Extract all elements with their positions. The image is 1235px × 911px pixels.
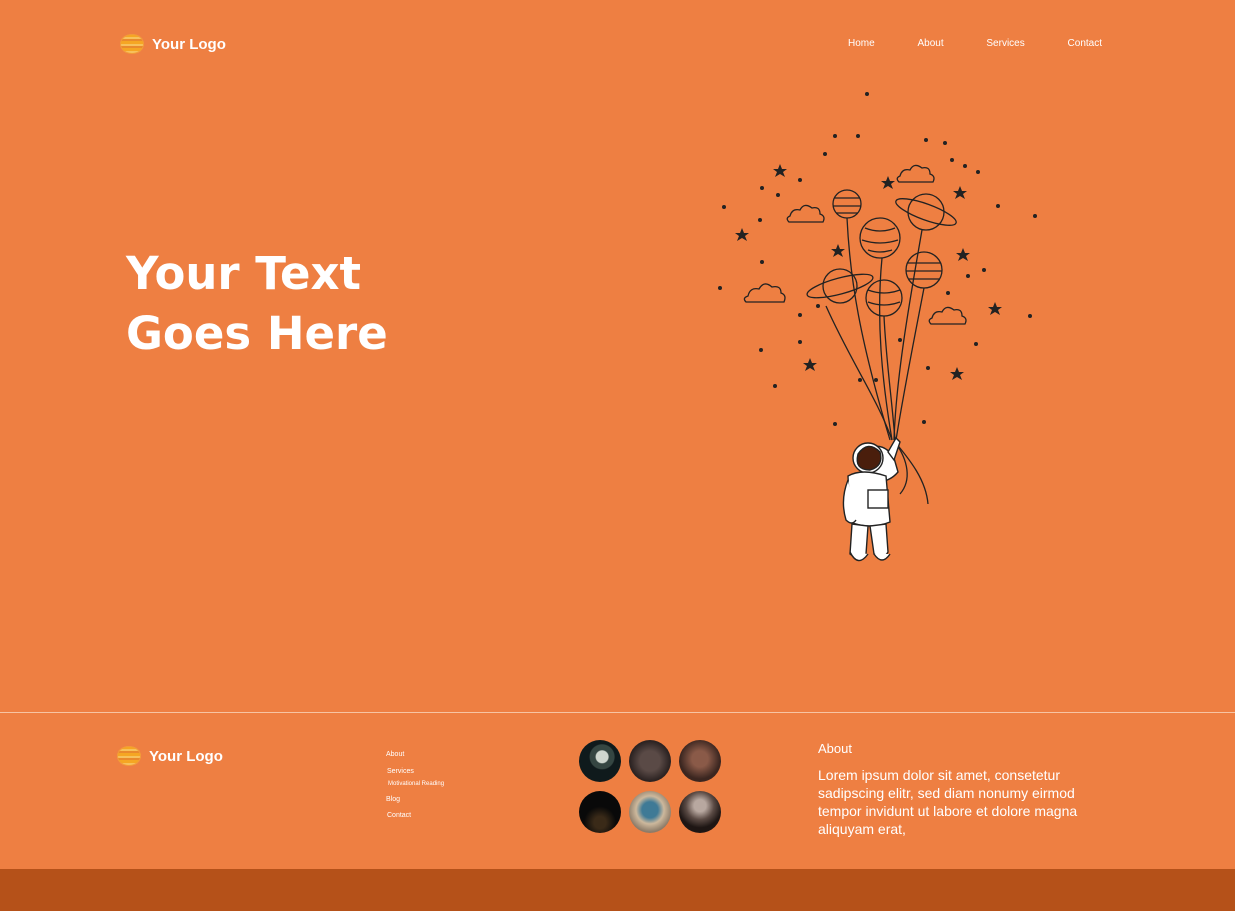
- bottom-bar: [0, 869, 1235, 911]
- nav-services[interactable]: Services: [968, 38, 1042, 49]
- planet-logo-icon: [120, 34, 144, 54]
- header-logo[interactable]: Your Logo: [120, 34, 226, 54]
- gallery-photo[interactable]: [629, 740, 671, 782]
- footer-about-title: About: [818, 741, 852, 756]
- hero-title-line2: Goes Here: [126, 307, 388, 360]
- footer-link-blog[interactable]: Blog: [386, 796, 400, 803]
- gallery-photo[interactable]: [629, 791, 671, 833]
- footer-about: About Lorem ipsum dolor sit amet, conset…: [818, 741, 1088, 838]
- hero-title: Your Text Goes Here: [126, 244, 388, 364]
- footer-divider: [0, 712, 1235, 713]
- logo-text: Your Logo: [152, 35, 226, 53]
- planet-logo-icon: [117, 746, 141, 766]
- footer-logo[interactable]: Your Logo: [117, 746, 223, 766]
- nav-about[interactable]: About: [899, 38, 961, 49]
- footer-link-contact[interactable]: Contact: [387, 812, 411, 819]
- gallery-photo[interactable]: [579, 740, 621, 782]
- footer-link-about[interactable]: About: [386, 751, 404, 758]
- gallery-photo[interactable]: [679, 791, 721, 833]
- footer-link-services[interactable]: Services: [387, 768, 414, 775]
- footer-link-motivational[interactable]: Motivational Reading: [388, 781, 444, 787]
- footer-gallery: [579, 740, 721, 833]
- footer-about-text: Lorem ipsum dolor sit amet, consetetur s…: [818, 767, 1078, 837]
- gallery-photo[interactable]: [679, 740, 721, 782]
- hero-title-line1: Your Text: [126, 247, 362, 300]
- nav-home[interactable]: Home: [830, 38, 893, 49]
- footer-logo-text: Your Logo: [149, 747, 223, 765]
- nav-contact[interactable]: Contact: [1050, 38, 1120, 49]
- gallery-photo[interactable]: [579, 791, 621, 833]
- astronaut-balloons-illustration: [718, 92, 1037, 562]
- main-nav: Home About Services Contact: [830, 38, 1120, 49]
